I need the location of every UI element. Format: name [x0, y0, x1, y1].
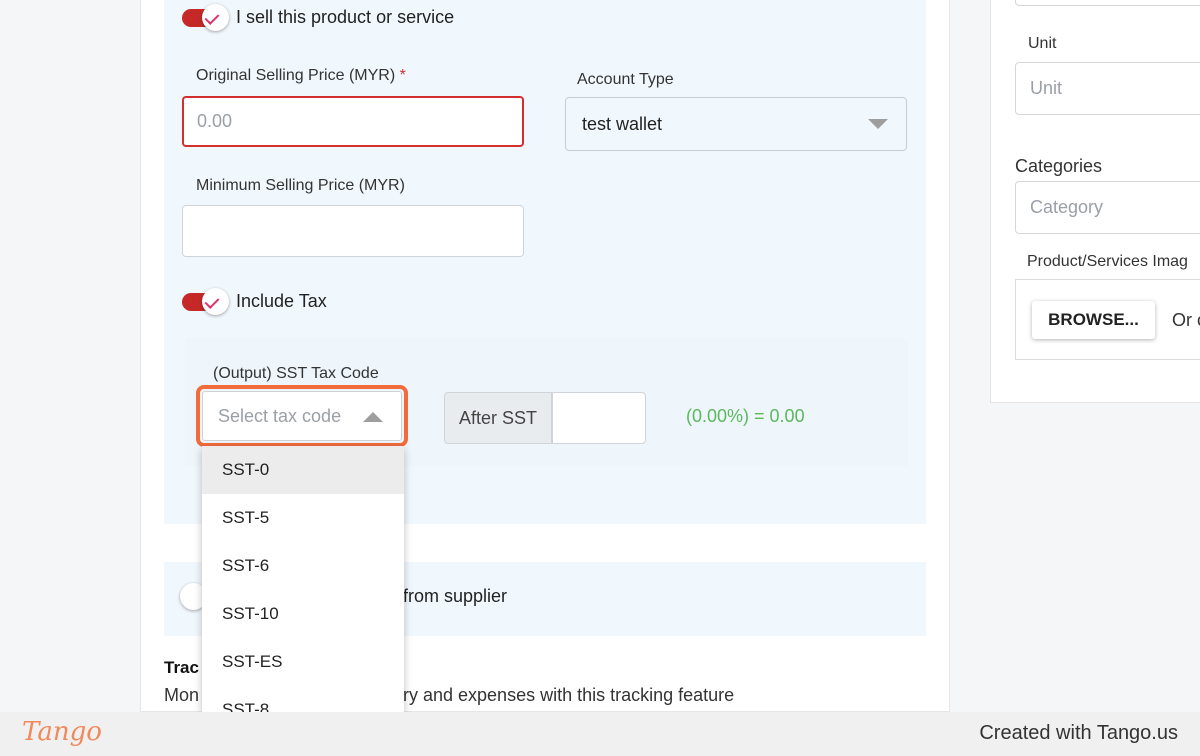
tax-code-placeholder: Select tax code — [218, 405, 342, 426]
chevron-up-icon — [363, 412, 383, 422]
categories-label: Categories — [1015, 156, 1103, 176]
sell-toggle[interactable] — [182, 4, 229, 31]
min-price-label: Minimum Selling Price (MYR) — [196, 177, 405, 194]
tracking-heading: Trac — [164, 658, 199, 677]
category-select[interactable]: Category — [1015, 181, 1200, 234]
footer-credit: Created with Tango.us — [979, 722, 1178, 744]
unit-label: Unit — [1028, 35, 1057, 52]
original-price-label: Original Selling Price (MYR) * — [196, 67, 406, 84]
chevron-down-icon — [868, 119, 888, 129]
unit-input[interactable]: Unit — [1015, 62, 1200, 115]
tango-logo: Tango — [22, 717, 102, 747]
image-label: Product/Services Imag — [1027, 253, 1188, 270]
upload-or-text: Or c — [1172, 310, 1200, 330]
dropdown-option[interactable]: SST-5 — [202, 494, 404, 542]
tax-code-dropdown: SST-0 SST-5 SST-6 SST-10 SST-ES SST-8 — [202, 446, 404, 712]
required-mark: * — [399, 67, 406, 84]
sst-amount-input[interactable] — [552, 392, 646, 444]
include-tax-toggle[interactable] — [182, 288, 229, 315]
dropdown-option[interactable]: SST-6 — [202, 542, 404, 590]
dropdown-option[interactable]: SST-0 — [202, 446, 404, 494]
tax-code-select[interactable]: Select tax code — [202, 391, 402, 441]
account-type-select[interactable]: test wallet — [565, 97, 907, 151]
browse-button[interactable]: BROWSE... — [1032, 301, 1155, 339]
dropdown-option[interactable]: SST-10 — [202, 590, 404, 638]
after-sst-addon: After SST — [444, 392, 552, 444]
include-tax-label: Include Tax — [236, 291, 327, 311]
tax-result: (0.00%) = 0.00 — [686, 406, 805, 426]
account-type-value: test wallet — [582, 113, 663, 134]
account-type-label: Account Type — [577, 71, 674, 88]
buy-toggle-label: from supplier — [403, 586, 508, 606]
sell-toggle-label: I sell this product or service — [236, 7, 455, 27]
original-price-input[interactable]: 0.00 — [182, 96, 524, 147]
tax-code-label: (Output) SST Tax Code — [213, 365, 379, 382]
min-price-input[interactable] — [182, 205, 524, 257]
tracking-desc-start: Mon — [164, 685, 200, 705]
tracking-desc-end: ry and expenses with this tracking featu… — [403, 685, 735, 705]
top-field[interactable] — [1015, 0, 1200, 6]
dropdown-option[interactable]: SST-8 — [202, 686, 404, 712]
dropdown-option[interactable]: SST-ES — [202, 638, 404, 686]
